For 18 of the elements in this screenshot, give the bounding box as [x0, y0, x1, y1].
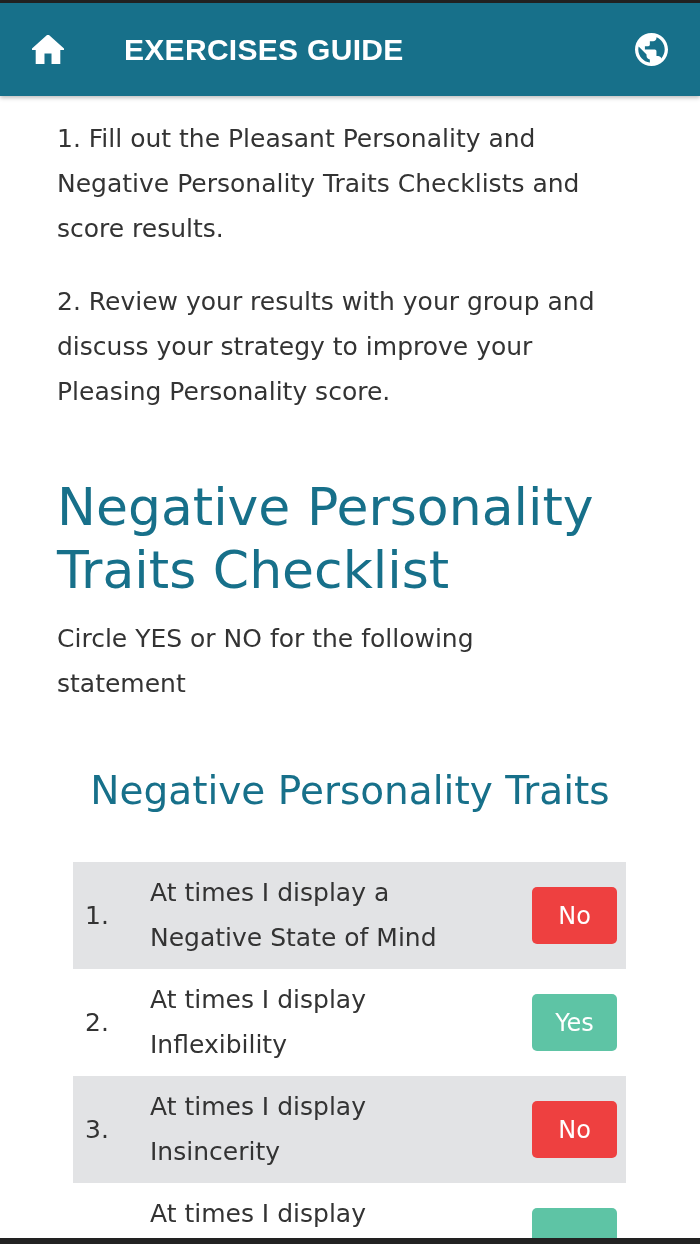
checklist-heading: Negative Personality Traits Checklist	[57, 476, 595, 602]
statement-text: At times I display a Negative State of Mind	[150, 877, 438, 954]
statement-text: At times I display Insincerity	[150, 1091, 367, 1168]
instruction-text: 2. Review your results with your group and discuss your strategy to improve your Pleasing Personality score.	[57, 286, 596, 408]
row-number: 1.	[85, 900, 109, 930]
statement-text: At times I display	[150, 1198, 367, 1230]
yes-button[interactable]: Yes	[532, 994, 617, 1051]
no-button[interactable]: No	[532, 1101, 617, 1158]
row-number: 3.	[85, 1114, 109, 1144]
row-number: 2.	[85, 1007, 109, 1037]
checklist-instruction: Circle YES or NO for the following statement	[57, 623, 475, 700]
table-title: Negative Personality Traits	[89, 768, 611, 814]
globe-icon[interactable]	[635, 33, 668, 66]
statement-text: At times I display Inflexibility	[150, 984, 367, 1061]
home-icon[interactable]	[32, 35, 64, 64]
no-button[interactable]: No	[532, 887, 617, 944]
instruction-text: 1. Fill out the Pleasant Personality and Negative Personality Traits Checklists and score results.	[57, 123, 581, 245]
header-title: EXERCISES GUIDE	[124, 32, 405, 68]
